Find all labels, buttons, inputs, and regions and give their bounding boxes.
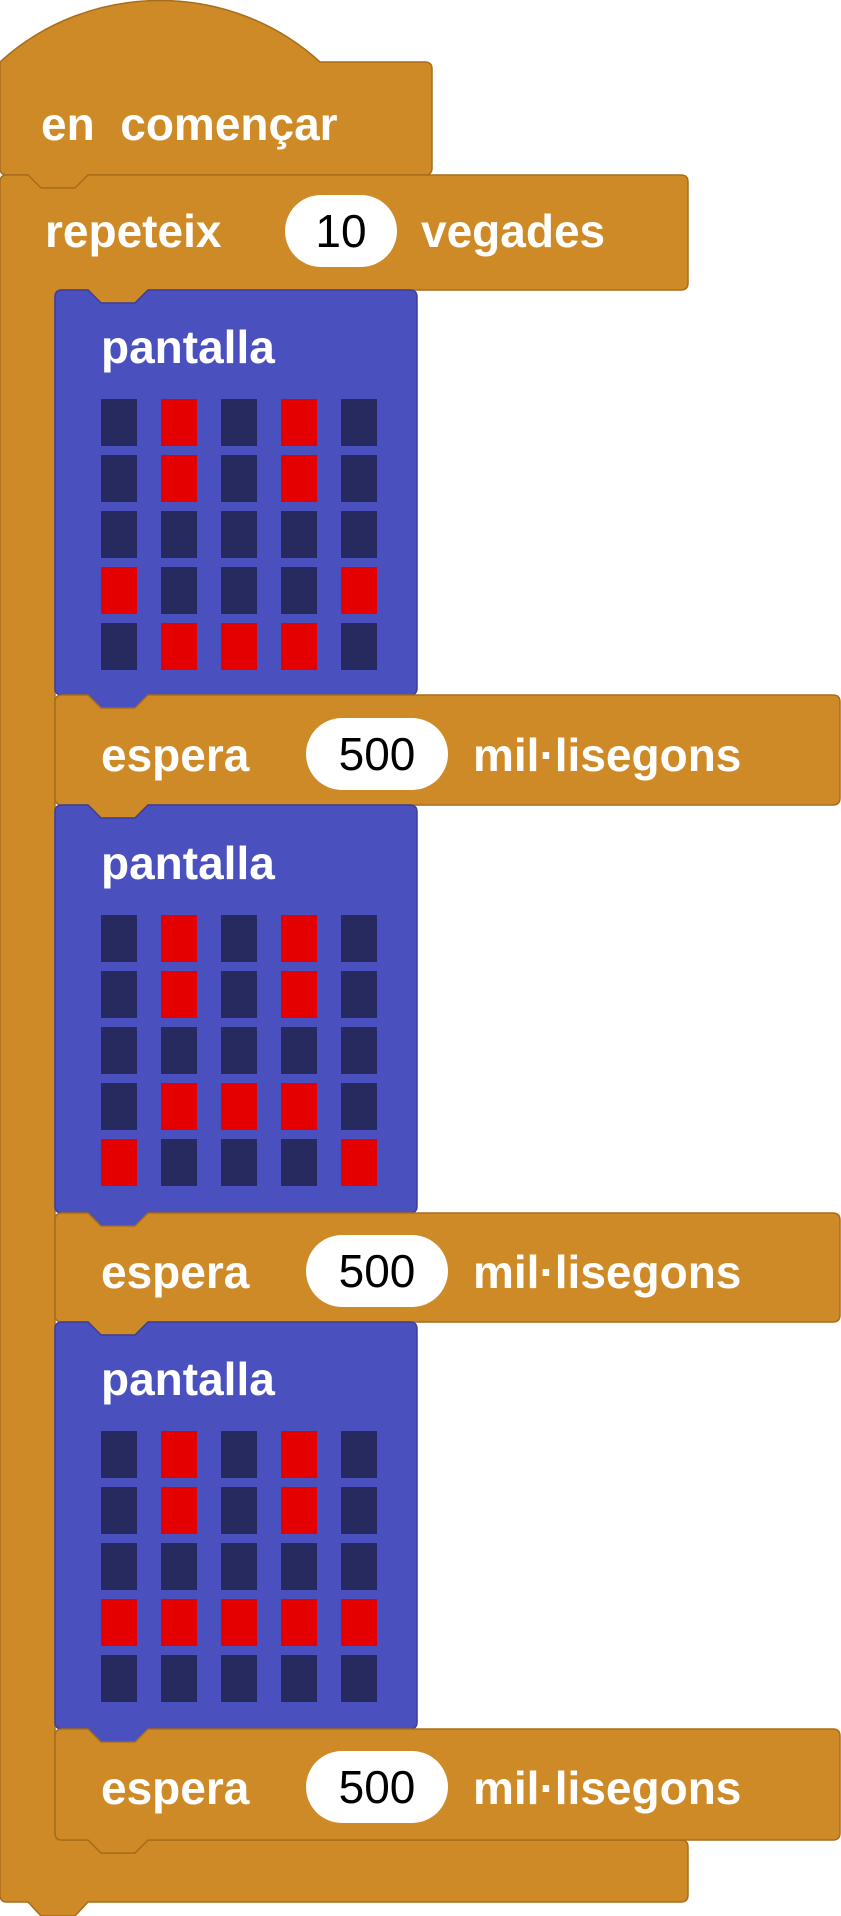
display-2-label: pantalla (101, 837, 275, 889)
led-on[interactable] (281, 971, 317, 1018)
led-off[interactable] (161, 1543, 197, 1590)
led-off[interactable] (281, 567, 317, 614)
led-on[interactable] (281, 1083, 317, 1130)
start-block-label: en començar (41, 98, 338, 150)
led-off[interactable] (341, 1543, 377, 1590)
display-3-label: pantalla (101, 1353, 275, 1405)
led-off[interactable] (281, 1543, 317, 1590)
led-off[interactable] (341, 511, 377, 558)
led-on[interactable] (161, 1487, 197, 1534)
wait-1-unit: mil·lisegons (473, 729, 742, 781)
led-grid-3 (101, 1431, 377, 1702)
led-on[interactable] (281, 1487, 317, 1534)
led-on[interactable] (161, 399, 197, 446)
led-off[interactable] (101, 1487, 137, 1534)
led-on[interactable] (101, 567, 137, 614)
led-off[interactable] (341, 1655, 377, 1702)
led-on[interactable] (161, 915, 197, 962)
led-on[interactable] (161, 1083, 197, 1130)
wait-2-keyword: espera (101, 1246, 250, 1298)
led-off[interactable] (341, 399, 377, 446)
repeat-unit: vegades (421, 205, 606, 257)
led-off[interactable] (101, 511, 137, 558)
led-off[interactable] (161, 511, 197, 558)
wait-2-duration-input[interactable]: 500 (306, 1235, 448, 1307)
led-grid-1 (101, 399, 377, 670)
led-on[interactable] (221, 1083, 257, 1130)
led-on[interactable] (101, 1139, 137, 1186)
wait-1-keyword: espera (101, 729, 250, 781)
led-off[interactable] (341, 455, 377, 502)
led-off[interactable] (341, 1083, 377, 1130)
led-off[interactable] (221, 455, 257, 502)
led-off[interactable] (281, 1027, 317, 1074)
led-off[interactable] (281, 1139, 317, 1186)
led-on[interactable] (161, 623, 197, 670)
led-off[interactable] (101, 1027, 137, 1074)
led-off[interactable] (221, 1655, 257, 1702)
led-on[interactable] (161, 971, 197, 1018)
led-on[interactable] (341, 1139, 377, 1186)
repeat-keyword: repeteix (45, 205, 222, 257)
led-on[interactable] (281, 915, 317, 962)
led-off[interactable] (221, 915, 257, 962)
led-off[interactable] (341, 623, 377, 670)
led-off[interactable] (101, 399, 137, 446)
led-off[interactable] (341, 1487, 377, 1534)
led-off[interactable] (221, 399, 257, 446)
led-off[interactable] (101, 915, 137, 962)
led-on[interactable] (281, 455, 317, 502)
led-off[interactable] (341, 1027, 377, 1074)
led-off[interactable] (101, 623, 137, 670)
led-off[interactable] (101, 1543, 137, 1590)
led-off[interactable] (101, 1431, 137, 1478)
led-off[interactable] (161, 567, 197, 614)
led-off[interactable] (221, 1027, 257, 1074)
led-on[interactable] (161, 1431, 197, 1478)
wait-3-keyword: espera (101, 1762, 250, 1814)
led-off[interactable] (221, 971, 257, 1018)
led-off[interactable] (221, 1431, 257, 1478)
block-workspace: en començar repeteix 10 vegades pantalla… (0, 0, 841, 1916)
led-on[interactable] (341, 1599, 377, 1646)
led-off[interactable] (101, 455, 137, 502)
led-off[interactable] (221, 1543, 257, 1590)
led-off[interactable] (221, 1487, 257, 1534)
led-off[interactable] (341, 1431, 377, 1478)
wait-3-duration-input[interactable]: 500 (306, 1751, 448, 1823)
led-off[interactable] (161, 1139, 197, 1186)
led-off[interactable] (161, 1655, 197, 1702)
led-on[interactable] (161, 455, 197, 502)
led-on[interactable] (221, 623, 257, 670)
start-hat-block[interactable] (0, 0, 433, 189)
led-off[interactable] (281, 1655, 317, 1702)
led-on[interactable] (281, 1431, 317, 1478)
led-off[interactable] (341, 915, 377, 962)
led-on[interactable] (281, 399, 317, 446)
led-off[interactable] (341, 971, 377, 1018)
wait-1-duration-input[interactable]: 500 (306, 718, 448, 790)
led-off[interactable] (281, 511, 317, 558)
led-off[interactable] (101, 1655, 137, 1702)
wait-2-unit: mil·lisegons (473, 1246, 742, 1298)
led-on[interactable] (161, 1599, 197, 1646)
repeat-count-input[interactable]: 10 (285, 195, 397, 267)
led-off[interactable] (221, 1139, 257, 1186)
led-on[interactable] (101, 1599, 137, 1646)
led-off[interactable] (101, 1083, 137, 1130)
led-on[interactable] (221, 1599, 257, 1646)
display-1-label: pantalla (101, 321, 275, 373)
led-off[interactable] (221, 567, 257, 614)
led-on[interactable] (341, 567, 377, 614)
wait-3-unit: mil·lisegons (473, 1762, 742, 1814)
led-on[interactable] (281, 1599, 317, 1646)
led-grid-2 (101, 915, 377, 1186)
led-off[interactable] (101, 971, 137, 1018)
led-on[interactable] (281, 623, 317, 670)
led-off[interactable] (221, 511, 257, 558)
led-off[interactable] (161, 1027, 197, 1074)
